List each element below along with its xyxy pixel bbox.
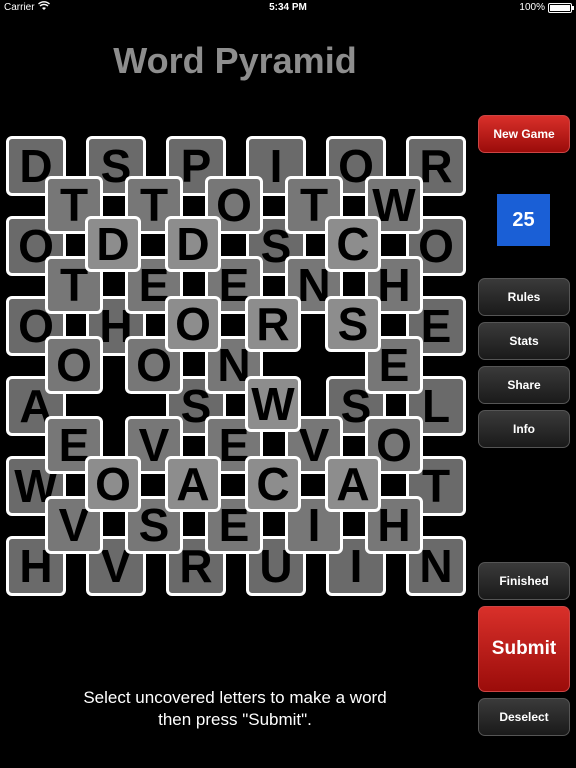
letter-tile[interactable]: S (325, 296, 381, 352)
rules-button[interactable]: Rules (478, 278, 570, 316)
letter-tile[interactable]: R (245, 296, 301, 352)
battery-icon (548, 2, 574, 13)
submit-button[interactable]: Submit (478, 606, 570, 692)
share-button[interactable]: Share (478, 366, 570, 404)
letter-tile[interactable]: D (85, 216, 141, 272)
letter-tile: O (45, 336, 103, 394)
stats-button[interactable]: Stats (478, 322, 570, 360)
battery-indicator: 100% (519, 2, 574, 13)
letter-tile[interactable]: C (245, 456, 301, 512)
new-game-button[interactable]: New Game (478, 115, 570, 153)
letter-tile[interactable]: D (165, 216, 221, 272)
finished-button[interactable]: Finished (478, 562, 570, 600)
letter-tile[interactable]: O (165, 296, 221, 352)
deselect-button[interactable]: Deselect (478, 698, 570, 736)
game-board: DSPIOROSOOHEASSLWTHVRUINTTOTWTEENHOONEEV… (0, 0, 470, 600)
letter-tile[interactable]: O (85, 456, 141, 512)
remaining-counter: 25 (497, 194, 550, 246)
letter-tile[interactable]: W (245, 376, 301, 432)
letter-tile[interactable]: C (325, 216, 381, 272)
instructions-line-2: then press "Submit". (158, 710, 312, 729)
letter-tile[interactable]: A (165, 456, 221, 512)
instructions-line-1: Select uncovered letters to make a word (83, 688, 387, 707)
instructions: Select uncovered letters to make a word … (0, 687, 470, 731)
info-button[interactable]: Info (478, 410, 570, 448)
battery-percent: 100% (519, 2, 545, 13)
letter-tile[interactable]: A (325, 456, 381, 512)
